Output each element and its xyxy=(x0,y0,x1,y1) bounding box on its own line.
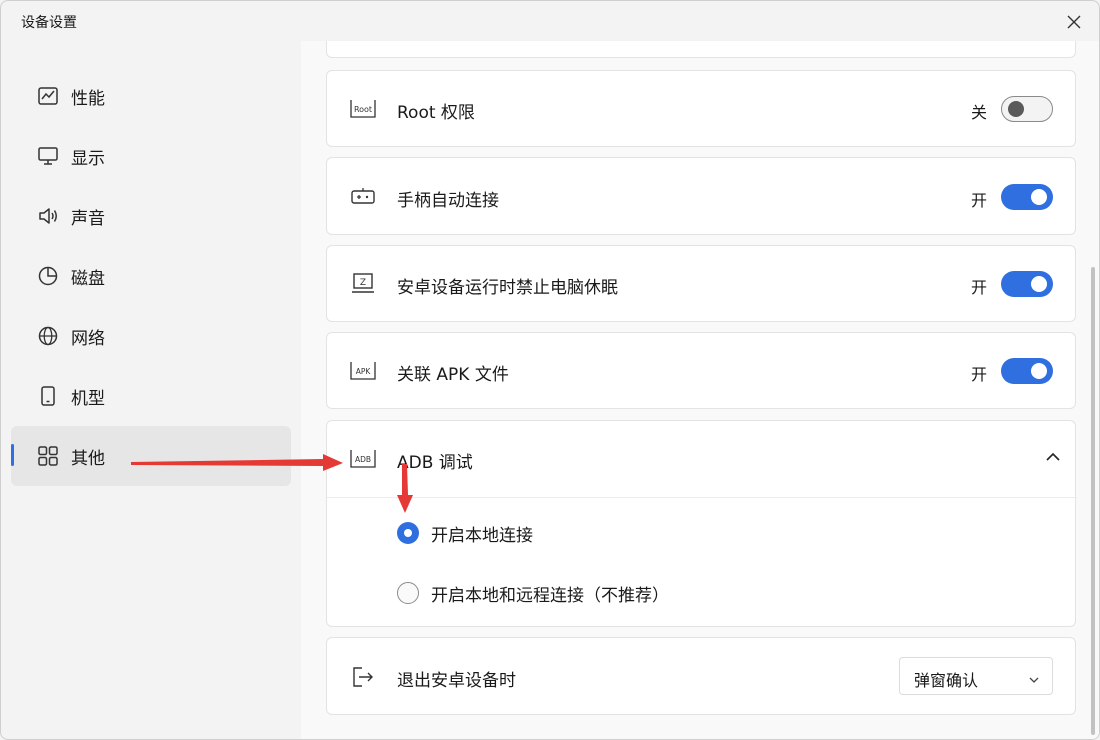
device-settings-window: 设备设置 性能 显示 声音 磁盘 网络 机型 其他 Root Root 权限 关… xyxy=(0,0,1100,740)
close-button[interactable] xyxy=(1061,9,1087,35)
sleep-icon-text: Z xyxy=(360,278,366,288)
adb-local-label: 开启本地连接 xyxy=(431,526,533,546)
adb-local-radio[interactable] xyxy=(397,522,419,544)
sidebar-item-model[interactable]: 机型 xyxy=(11,366,291,426)
partial-card xyxy=(326,41,1076,58)
apk-association-label: 关联 APK 文件 xyxy=(397,365,509,385)
apk-association-state: 开 xyxy=(970,365,987,384)
sidebar-item-label: 网络 xyxy=(71,329,105,349)
chevron-down-icon xyxy=(1028,671,1040,690)
close-icon xyxy=(1067,15,1081,29)
adb-icon-text: ADB xyxy=(355,455,371,464)
active-indicator xyxy=(11,444,14,466)
speaker-icon xyxy=(37,205,59,227)
exit-device-label: 退出安卓设备时 xyxy=(397,671,516,691)
prevent-sleep-row: Z 安卓设备运行时禁止电脑休眠 开 xyxy=(326,245,1076,322)
phone-icon xyxy=(37,385,59,407)
apk-association-toggle[interactable] xyxy=(1001,358,1053,384)
prevent-sleep-state: 开 xyxy=(970,278,987,297)
root-permission-row: Root Root 权限 关 xyxy=(326,70,1076,147)
performance-icon xyxy=(37,85,59,107)
root-icon-text: Root xyxy=(354,105,372,114)
dropdown-value: 弹窗确认 xyxy=(914,671,979,690)
title-bar: 设备设置 xyxy=(1,1,1099,41)
sidebar-item-performance[interactable]: 性能 xyxy=(11,66,291,126)
prevent-sleep-label: 安卓设备运行时禁止电脑休眠 xyxy=(397,278,618,298)
gamepad-row: 手柄自动连接 开 xyxy=(326,157,1076,235)
gamepad-toggle[interactable] xyxy=(1001,184,1053,210)
toggle-knob xyxy=(1031,189,1047,205)
exit-icon xyxy=(349,665,377,689)
adb-remote-label: 开启本地和远程连接（不推荐） xyxy=(431,586,669,606)
sidebar-item-other[interactable]: 其他 xyxy=(11,426,291,486)
apk-icon: APK xyxy=(349,359,377,383)
adb-divider xyxy=(327,497,1077,498)
root-permission-label: Root 权限 xyxy=(397,103,475,123)
sidebar-item-label: 性能 xyxy=(71,89,105,109)
grid-icon xyxy=(37,445,59,467)
exit-behavior-dropdown[interactable]: 弹窗确认 xyxy=(899,657,1053,695)
gamepad-icon xyxy=(349,185,377,209)
globe-icon xyxy=(37,325,59,347)
window-title: 设备设置 xyxy=(21,15,77,31)
sidebar-item-display[interactable]: 显示 xyxy=(11,126,291,186)
sidebar-item-label: 其他 xyxy=(71,449,105,469)
adb-remote-radio[interactable] xyxy=(397,582,419,604)
apk-icon-text: APK xyxy=(356,367,372,376)
sidebar-item-label: 声音 xyxy=(71,209,105,229)
adb-debug-card: ADB ADB 调试 开启本地连接 开启本地和远程连接（不推荐） xyxy=(326,420,1077,627)
adb-icon: ADB xyxy=(349,447,377,471)
adb-debug-header[interactable]: ADB ADB 调试 xyxy=(327,421,1077,497)
adb-debug-label: ADB 调试 xyxy=(397,453,473,473)
apk-association-row: APK 关联 APK 文件 开 xyxy=(326,332,1076,409)
disk-pie-icon xyxy=(37,265,59,287)
sidebar-item-label: 机型 xyxy=(71,389,105,409)
sidebar-item-network[interactable]: 网络 xyxy=(11,306,291,366)
root-permission-state: 关 xyxy=(970,103,987,122)
gamepad-state: 开 xyxy=(970,191,987,210)
toggle-knob xyxy=(1008,101,1024,117)
sleep-z-icon: Z xyxy=(349,272,377,296)
sidebar-item-sound[interactable]: 声音 xyxy=(11,186,291,246)
root-permission-toggle[interactable] xyxy=(1001,96,1053,122)
exit-device-row: 退出安卓设备时 弹窗确认 xyxy=(326,637,1076,715)
sidebar-item-label: 磁盘 xyxy=(71,269,105,289)
root-icon: Root xyxy=(349,97,377,121)
gamepad-label: 手柄自动连接 xyxy=(397,191,499,211)
sidebar-item-label: 显示 xyxy=(71,149,105,169)
monitor-icon xyxy=(37,145,59,167)
sidebar-item-disk[interactable]: 磁盘 xyxy=(11,246,291,306)
scrollbar[interactable] xyxy=(1091,267,1095,735)
prevent-sleep-toggle[interactable] xyxy=(1001,271,1053,297)
settings-content: Root Root 权限 关 手柄自动连接 开 Z 安卓设备运行时禁止电脑休眠 … xyxy=(301,41,1099,739)
toggle-knob xyxy=(1031,276,1047,292)
toggle-knob xyxy=(1031,363,1047,379)
sidebar: 性能 显示 声音 磁盘 网络 机型 其他 xyxy=(1,41,301,739)
chevron-up-icon xyxy=(1045,449,1061,469)
